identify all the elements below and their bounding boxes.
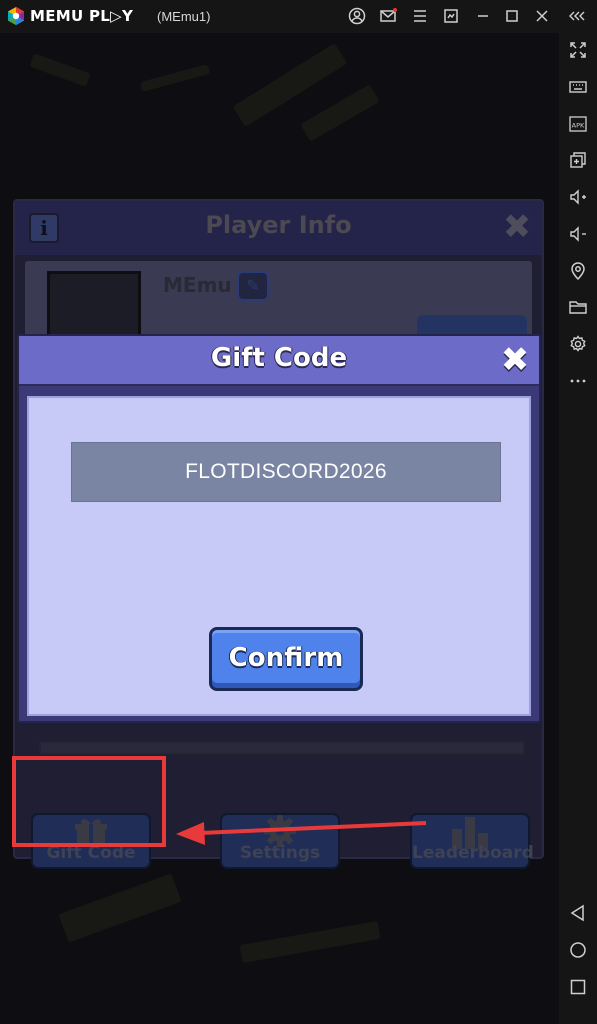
player-info-title: Player Info (205, 211, 352, 239)
folder-icon[interactable] (568, 297, 588, 317)
background-decoration (239, 920, 381, 964)
gift-code-dialog-body: FLOTDISCORD2026 Confirm (27, 396, 531, 716)
apk-icon[interactable]: APK (568, 114, 588, 134)
player-name: MEmu (163, 273, 232, 297)
screenshot-icon[interactable] (442, 7, 460, 25)
panel-divider (39, 741, 525, 755)
gift-code-input[interactable]: FLOTDISCORD2026 (71, 442, 501, 502)
annotation-highlight-box (12, 756, 166, 847)
background-decoration (139, 64, 211, 92)
app-brand: MEMU PL▷Y (30, 7, 134, 25)
svg-text:APK: APK (572, 122, 585, 130)
title-bar: MEMU PL▷Y (MEmu1) (0, 0, 597, 33)
location-icon[interactable] (568, 261, 588, 281)
background-decoration (300, 84, 380, 142)
user-account-icon[interactable] (348, 7, 366, 25)
recents-icon[interactable] (568, 977, 588, 997)
edit-name-icon[interactable]: ✎ (237, 271, 269, 301)
memu-emulator-window: MEMU PL▷Y (MEmu1) APK i Player Info ✖ ME… (0, 0, 597, 1024)
emulator-sidebar: APK (559, 33, 597, 1024)
collapse-sidebar-icon[interactable] (568, 7, 586, 25)
gift-code-dialog-header: Gift Code ✖ (19, 336, 539, 386)
memu-logo-icon (8, 7, 24, 25)
confirm-button[interactable]: Confirm (209, 627, 363, 691)
instance-name: (MEmu1) (157, 9, 211, 24)
player-info-close-icon[interactable]: ✖ (500, 210, 534, 245)
maximize-icon[interactable] (503, 7, 521, 25)
game-viewport: i Player Info ✖ MEmu ✎ Gift Code Setting… (0, 33, 559, 1024)
keyboard-icon[interactable] (568, 77, 588, 97)
volume-down-icon[interactable] (568, 224, 588, 244)
back-icon[interactable] (568, 903, 588, 923)
close-icon[interactable] (533, 7, 551, 25)
more-icon[interactable] (568, 371, 588, 391)
home-icon[interactable] (568, 940, 588, 960)
minimize-icon[interactable] (474, 7, 492, 25)
player-info-header: i Player Info ✖ (15, 201, 542, 255)
dialog-close-icon[interactable]: ✖ (497, 343, 533, 379)
volume-up-icon[interactable] (568, 187, 588, 207)
gift-code-dialog: Gift Code ✖ FLOTDISCORD2026 Confirm (17, 334, 541, 723)
menu-icon[interactable] (411, 7, 429, 25)
fullscreen-icon[interactable] (568, 40, 588, 60)
settings-icon[interactable] (568, 334, 588, 354)
multi-instance-icon[interactable] (568, 150, 588, 170)
background-decoration (58, 873, 182, 943)
annotation-arrow-icon (176, 821, 427, 845)
gift-code-title: Gift Code (210, 343, 348, 373)
mail-icon[interactable] (379, 7, 397, 25)
background-decoration (29, 53, 91, 87)
